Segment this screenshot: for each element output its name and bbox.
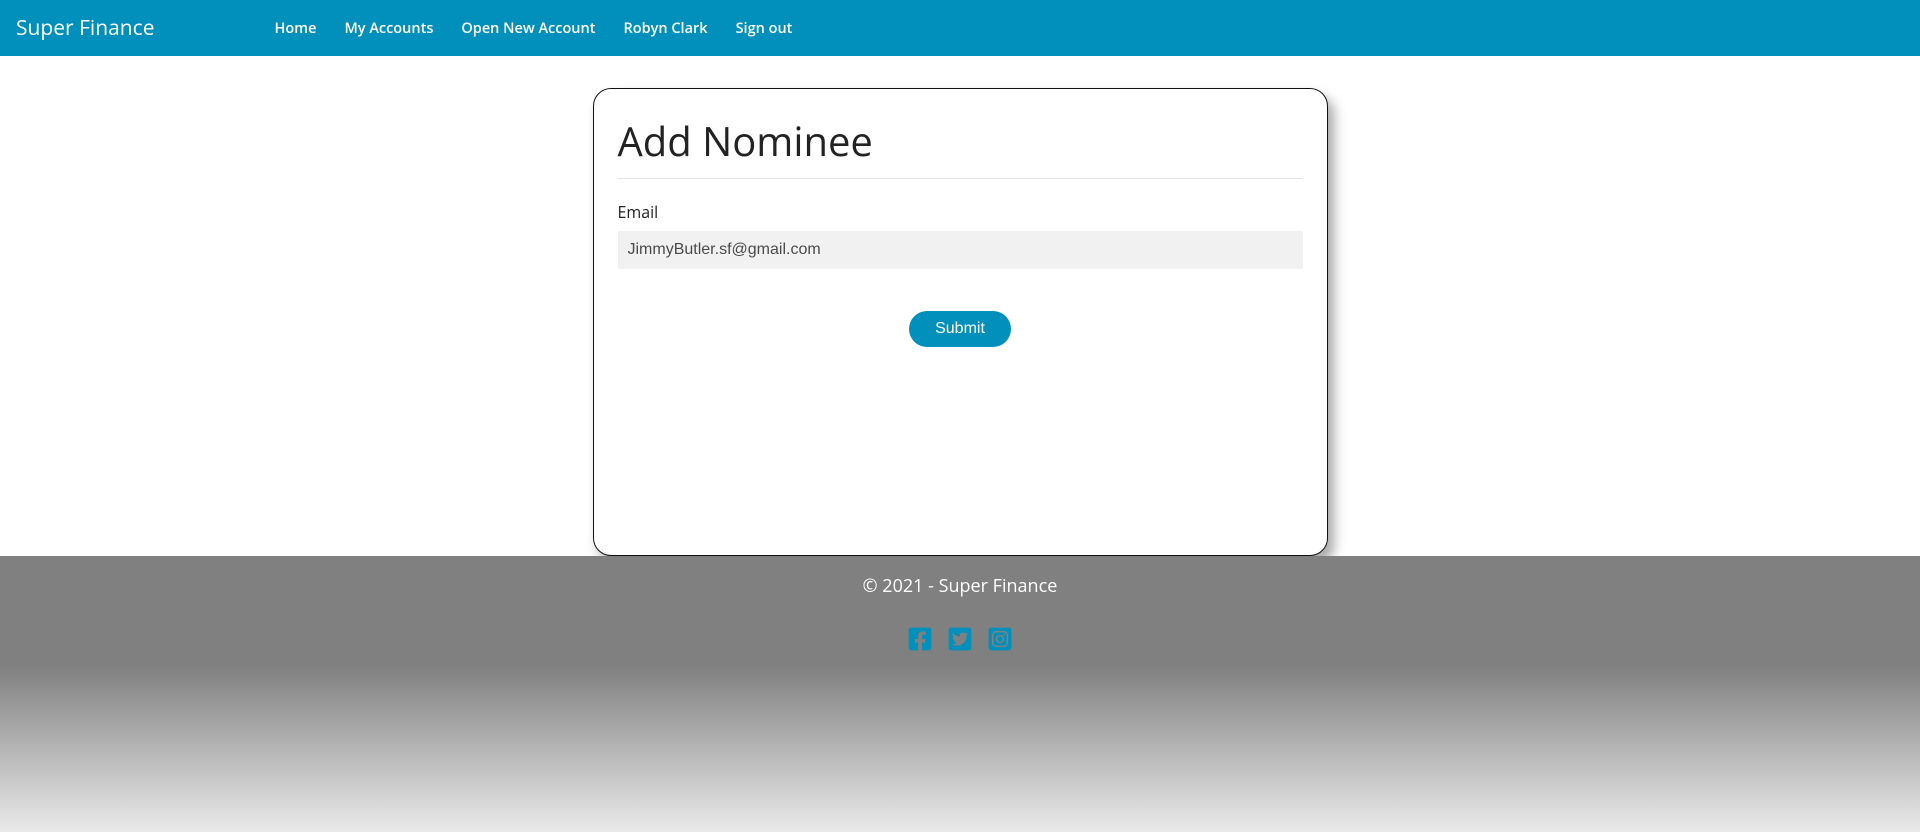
instagram-link[interactable]	[987, 626, 1013, 657]
twitter-link[interactable]	[947, 626, 973, 657]
nav-my-accounts[interactable]: My Accounts	[344, 19, 433, 38]
facebook-icon	[907, 635, 933, 657]
nav-home[interactable]: Home	[275, 19, 317, 38]
nav-open-new-account[interactable]: Open New Account	[461, 19, 595, 38]
page-title: Add Nominee	[618, 113, 1303, 168]
submit-wrap: Submit	[618, 311, 1303, 347]
navbar: Super Finance Home My Accounts Open New …	[0, 0, 1920, 56]
email-field[interactable]	[618, 231, 1303, 269]
facebook-link[interactable]	[907, 626, 933, 657]
nav-user[interactable]: Robyn Clark	[623, 19, 707, 38]
submit-button[interactable]: Submit	[909, 311, 1011, 347]
divider	[618, 178, 1303, 179]
email-label: Email	[618, 201, 1303, 223]
main-content: Add Nominee Email Submit	[0, 56, 1920, 556]
social-links	[0, 626, 1920, 657]
add-nominee-card: Add Nominee Email Submit	[593, 88, 1328, 556]
nav-links: Home My Accounts Open New Account Robyn …	[275, 19, 793, 38]
brand[interactable]: Super Finance	[16, 14, 155, 42]
footer: © 2021 - Super Finance	[0, 556, 1920, 832]
instagram-icon	[987, 635, 1013, 657]
footer-copyright: © 2021 - Super Finance	[0, 574, 1920, 598]
nav-sign-out[interactable]: Sign out	[736, 19, 793, 38]
twitter-icon	[947, 635, 973, 657]
